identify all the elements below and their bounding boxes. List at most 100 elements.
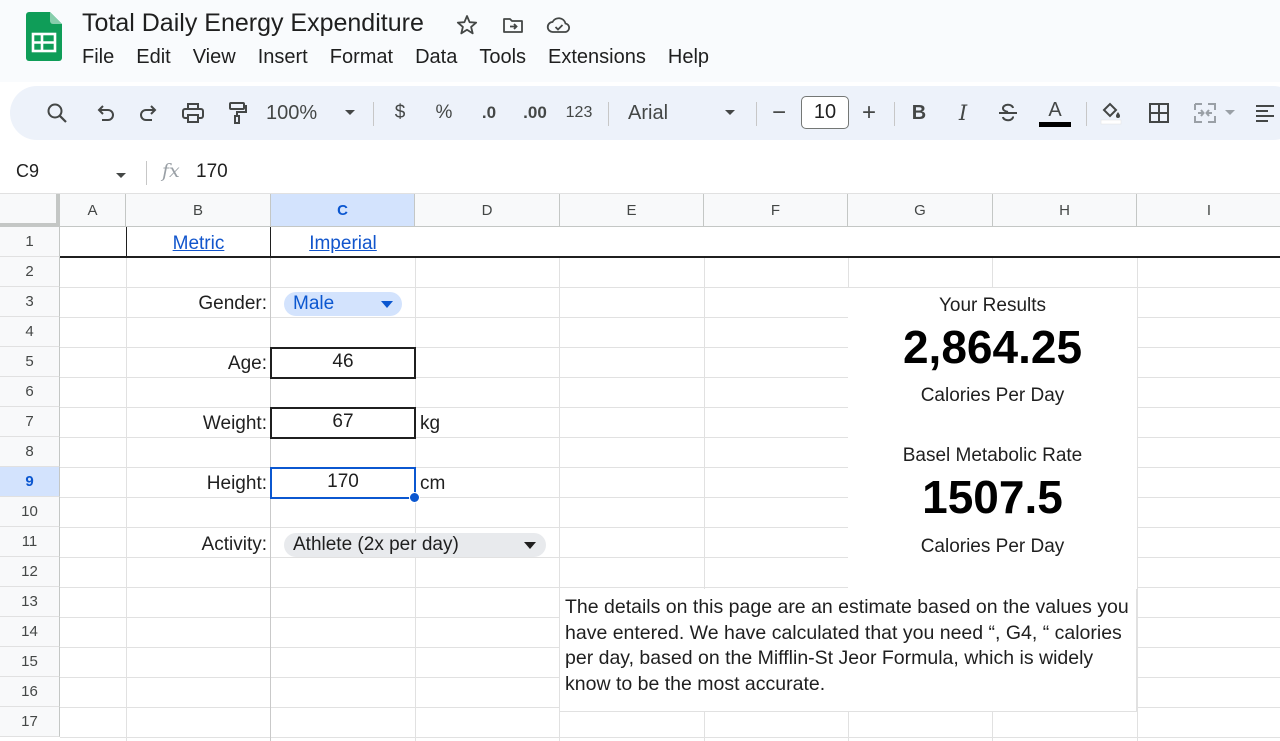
explanation-text: The details on this page are an estimate… xyxy=(565,596,1129,696)
menu-extensions[interactable]: Extensions xyxy=(537,44,657,70)
sheets-logo-icon[interactable] xyxy=(26,12,62,62)
metric-link[interactable]: Metric xyxy=(126,233,271,255)
row-header-4[interactable]: 4 xyxy=(0,317,60,347)
results-panel[interactable]: Your Results 2,864.25 Calories Per Day B… xyxy=(848,288,1137,589)
tdee-unit: Calories Per Day xyxy=(920,385,1065,406)
redo-icon[interactable] xyxy=(132,86,166,140)
borders-icon[interactable] xyxy=(1144,86,1174,140)
activity-label: Activity: xyxy=(201,534,267,555)
move-folder-icon[interactable] xyxy=(500,12,526,38)
gridline xyxy=(60,737,1280,738)
row-header-8[interactable]: 8 xyxy=(0,437,60,467)
document-title[interactable]: Total Daily Energy Expenditure xyxy=(82,9,424,38)
decrease-font-size-button[interactable]: − xyxy=(766,86,792,140)
row-header-11[interactable]: 11 xyxy=(0,527,60,557)
row-header-16[interactable]: 16 xyxy=(0,677,60,707)
print-icon[interactable] xyxy=(176,86,210,140)
name-box[interactable]: C9 xyxy=(16,161,39,182)
column-header-b[interactable]: B xyxy=(126,194,271,227)
text-color-button[interactable]: A xyxy=(1038,86,1072,140)
row-header-10[interactable]: 10 xyxy=(0,497,60,527)
activity-dropdown[interactable]: Athlete (2x per day) xyxy=(284,533,546,557)
menu-format[interactable]: Format xyxy=(319,44,404,70)
bmr-unit: Calories Per Day xyxy=(920,536,1065,557)
percent-format-button[interactable]: % xyxy=(430,86,458,140)
row-header-7[interactable]: 7 xyxy=(0,407,60,437)
name-box-dropdown-icon[interactable] xyxy=(115,167,127,185)
toolbar-divider xyxy=(1086,102,1087,126)
star-icon[interactable] xyxy=(454,12,480,38)
age-input[interactable]: 46 xyxy=(270,347,416,379)
undo-icon[interactable] xyxy=(88,86,122,140)
cloud-saved-icon[interactable] xyxy=(546,12,572,38)
column-header-a[interactable]: A xyxy=(60,194,126,227)
zoom-dropdown-icon[interactable] xyxy=(340,86,360,140)
column-header-h[interactable]: H xyxy=(993,194,1137,227)
font-dropdown-icon[interactable] xyxy=(720,86,740,140)
row-header-13[interactable]: 13 xyxy=(0,587,60,617)
row-header-12[interactable]: 12 xyxy=(0,557,60,587)
row-header-5[interactable]: 5 xyxy=(0,347,60,377)
select-all-corner[interactable] xyxy=(0,194,60,227)
search-icon[interactable] xyxy=(40,86,74,140)
column-header-e[interactable]: E xyxy=(560,194,704,227)
gridline xyxy=(1137,257,1138,741)
chevron-down-icon xyxy=(524,542,536,549)
column-header-i[interactable]: I xyxy=(1137,194,1280,227)
menu-data[interactable]: Data xyxy=(404,44,468,70)
strikethrough-icon[interactable] xyxy=(994,86,1022,140)
fill-handle[interactable] xyxy=(409,492,420,503)
fill-color-icon[interactable] xyxy=(1094,86,1128,140)
formula-input[interactable]: 170 xyxy=(196,161,228,183)
menu-edit[interactable]: Edit xyxy=(125,44,181,70)
row-header-3[interactable]: 3 xyxy=(0,287,60,317)
font-size-input[interactable]: 10 xyxy=(801,96,849,129)
number-format-button[interactable]: 123 xyxy=(563,86,595,140)
height-input[interactable]: 170 xyxy=(270,467,416,499)
decrease-decimal-button[interactable]: .0 xyxy=(474,86,504,140)
weight-input[interactable]: 67 xyxy=(270,407,416,439)
increase-decimal-button[interactable]: .00 xyxy=(518,86,552,140)
merge-dropdown-icon[interactable] xyxy=(1222,86,1238,140)
menu-bar: File Edit View Insert Format Data Tools … xyxy=(82,44,720,70)
align-icon[interactable] xyxy=(1254,86,1280,140)
column-header-g[interactable]: G xyxy=(848,194,993,227)
paint-format-icon[interactable] xyxy=(220,86,254,140)
row-header-15[interactable]: 15 xyxy=(0,647,60,677)
currency-format-button[interactable]: $ xyxy=(386,86,414,140)
formula-bar-divider xyxy=(146,161,147,185)
fx-icon: fx xyxy=(162,160,180,182)
explanation-note[interactable]: The details on this page are an estimate… xyxy=(560,589,1137,712)
column-header-d[interactable]: D xyxy=(415,194,560,227)
font-select[interactable]: Arial xyxy=(628,86,718,140)
row-header-14[interactable]: 14 xyxy=(0,617,60,647)
merge-cells-icon[interactable] xyxy=(1190,86,1220,140)
column-header-c[interactable]: C xyxy=(271,194,415,227)
row-header-9[interactable]: 9 xyxy=(0,467,60,497)
toolbar: 100% $ % .0 .00 123 Arial − 10 + B I A xyxy=(10,86,1280,140)
row-header-1[interactable]: 1 xyxy=(0,227,60,257)
row-header-17[interactable]: 17 xyxy=(0,707,60,737)
column-header-f[interactable]: F xyxy=(704,194,848,227)
imperial-link[interactable]: Imperial xyxy=(271,233,415,255)
zoom-select[interactable]: 100% xyxy=(266,86,328,140)
row-header-6[interactable]: 6 xyxy=(0,377,60,407)
row-header-2[interactable]: 2 xyxy=(0,257,60,287)
text-color-letter: A xyxy=(1048,98,1062,121)
increase-font-size-button[interactable]: + xyxy=(856,86,882,140)
italic-button[interactable]: I xyxy=(950,86,976,140)
menu-file[interactable]: File xyxy=(82,44,125,70)
toolbar-divider xyxy=(608,102,609,126)
cell-border xyxy=(60,256,1280,258)
age-label: Age: xyxy=(227,353,267,374)
menu-insert[interactable]: Insert xyxy=(247,44,319,70)
gender-label: Gender: xyxy=(198,293,267,314)
gender-dropdown[interactable]: Male xyxy=(284,292,402,316)
tdee-value: 2,864.25 xyxy=(902,321,1083,373)
menu-view[interactable]: View xyxy=(182,44,247,70)
bold-button[interactable]: B xyxy=(906,86,932,140)
menu-tools[interactable]: Tools xyxy=(468,44,537,70)
toolbar-divider xyxy=(373,102,374,126)
spreadsheet-grid[interactable]: A B C D E F G H I 1 2 3 4 5 6 7 8 9 10 1… xyxy=(0,194,1280,741)
menu-help[interactable]: Help xyxy=(657,44,720,70)
